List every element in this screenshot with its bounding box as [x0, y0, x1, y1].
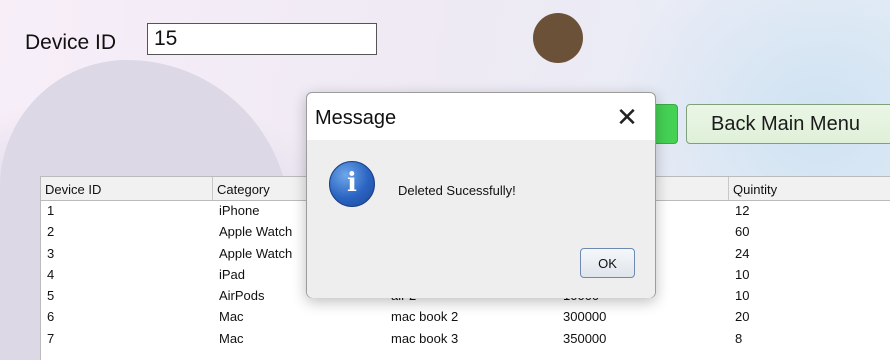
table-cell: 2	[47, 224, 55, 240]
column-header-device-id[interactable]: Device ID	[41, 177, 213, 200]
table-cell: 6	[47, 309, 55, 325]
table-cell: 20	[735, 309, 750, 325]
table-cell: 10	[735, 288, 750, 304]
dialog-title: Message	[315, 107, 397, 129]
table-cell: 3	[47, 245, 55, 261]
table-cell: 8	[735, 330, 743, 346]
table-cell: 1	[47, 203, 55, 218]
column-header-quantity[interactable]: Quintity	[729, 177, 890, 200]
table-cell: 12	[735, 203, 750, 218]
decorative-circle	[533, 13, 583, 63]
back-main-menu-button[interactable]: Back Main Menu	[686, 104, 890, 144]
table-cell: 10	[735, 266, 750, 282]
dialog-body: i Deleted Sucessfully! OK	[307, 140, 655, 298]
table-cell: 5	[47, 288, 55, 304]
table-row[interactable]: 6 Mac mac book 2 300000 20	[41, 307, 890, 328]
message-dialog: Message ✕ i Deleted Sucessfully! OK	[306, 92, 656, 298]
table-cell: mac book 2	[391, 309, 459, 325]
table-cell: 7	[47, 330, 55, 346]
device-id-label: Device ID	[25, 31, 117, 54]
table-cell: Mac	[219, 330, 244, 346]
table-cell: 24	[735, 245, 750, 261]
table-cell: 60	[735, 224, 750, 240]
table-cell: 4	[47, 266, 55, 282]
info-icon: i	[329, 161, 375, 207]
table-cell: Mac	[219, 309, 244, 325]
dialog-message: Deleted Sucessfully!	[398, 183, 516, 198]
table-cell: 350000	[563, 330, 607, 346]
table-cell: 300000	[563, 309, 607, 325]
ok-button[interactable]: OK	[580, 248, 635, 278]
device-id-input[interactable]	[147, 23, 377, 55]
table-row[interactable]: 7 Mac mac book 3 350000 8	[41, 329, 890, 350]
info-glyph: i	[347, 168, 357, 198]
table-cell: mac book 3	[391, 330, 459, 346]
close-icon[interactable]: ✕	[607, 99, 647, 135]
